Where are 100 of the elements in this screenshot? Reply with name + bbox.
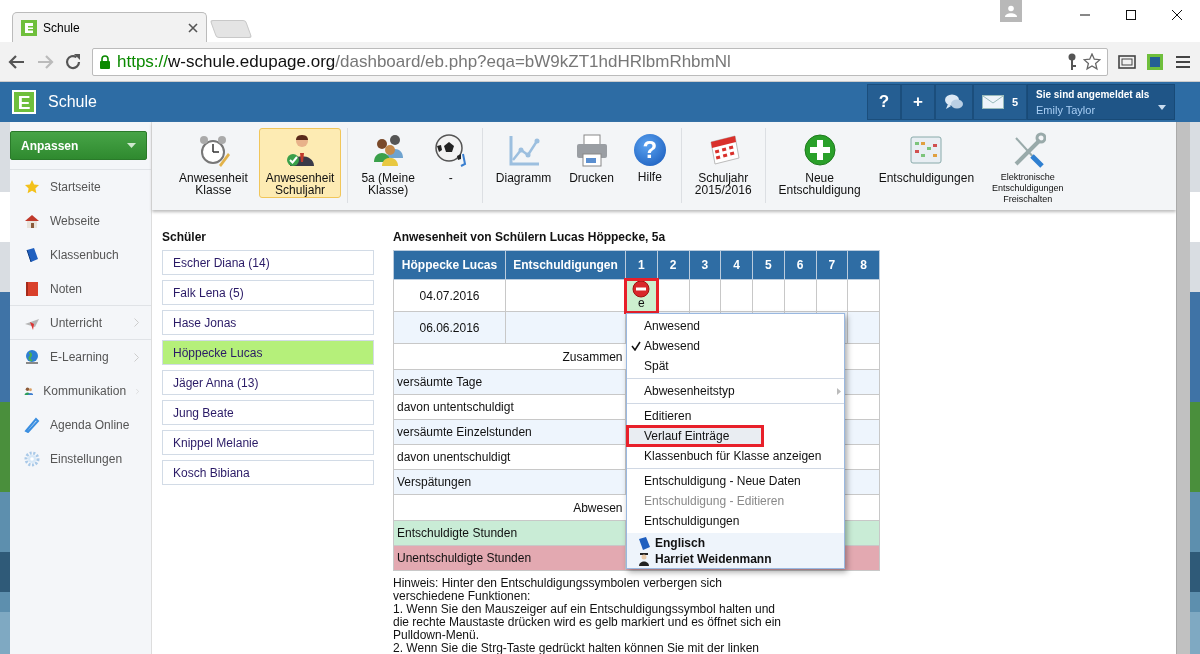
toolbar-button[interactable]: - — [425, 128, 476, 198]
absence-mark[interactable]: e — [625, 279, 658, 312]
menu-item[interactable]: Verlauf Einträge — [627, 426, 763, 446]
column-header: 8 — [847, 250, 880, 280]
hint-text: 1. Wenn Sie den Mauszeiger auf ein Entschuldigungssymbol halten und die rechte Maustaste drücken wird es gelb markiert und es öffnet sich ein Pulldown-Menü. — [393, 603, 782, 642]
screen-icon[interactable] — [1118, 52, 1136, 71]
summary-label: davon untentschuldigt — [393, 394, 626, 420]
summary-header: Abwesen — [393, 494, 626, 521]
sidebar-item[interactable]: E-Learning — [10, 340, 151, 374]
globe-icon — [24, 349, 40, 365]
student-item[interactable]: Falk Lena (5) — [162, 280, 374, 305]
caret-icon — [1158, 105, 1166, 110]
mail-icon — [981, 95, 1004, 109]
sidebar-item[interactable]: Klassenbuch — [10, 238, 151, 272]
toolbar-button[interactable]: Neue Entschuldigung — [771, 128, 868, 198]
menu-item[interactable]: Abwesenheitstyp — [627, 381, 844, 401]
student-item[interactable]: Jäger Anna (13) — [162, 370, 374, 395]
check-icon — [631, 341, 641, 351]
house-icon — [24, 213, 40, 229]
toolbar-button[interactable]: Drucken — [562, 128, 621, 198]
sidebar-item[interactable]: Agenda Online — [10, 408, 151, 442]
maximize-icon — [1126, 10, 1136, 20]
absent-icon — [632, 280, 651, 298]
chat-button[interactable] — [934, 84, 973, 120]
student-item[interactable]: Jung Beate — [162, 400, 374, 425]
key-icon[interactable] — [1067, 52, 1077, 71]
caret-icon — [127, 143, 136, 148]
date-cell: 06.06.2016 — [393, 311, 506, 344]
toolbar-button[interactable]: Anwesenheit Schuljahr — [258, 128, 342, 198]
person-icon — [1005, 5, 1017, 17]
sidebar-item[interactable]: Noten — [10, 272, 151, 306]
menu-item[interactable]: Abwesend — [627, 336, 844, 356]
lock-icon — [99, 54, 111, 69]
summary-label: Unentschuldigte Stunden — [393, 545, 626, 571]
back-icon[interactable] — [8, 52, 26, 71]
date-cell: 04.07.2016 — [393, 279, 506, 312]
url-text: https://w-schule.edupage.org/dashboard/eb.php?eqa=bW9kZT1hdHRlbmRhbmNl — [117, 50, 731, 73]
student-item[interactable]: Kosch Bibiana — [162, 460, 374, 485]
submenu-arrow-icon — [837, 388, 841, 395]
sidebar-item[interactable]: Startseite — [10, 170, 151, 204]
column-header: Höppecke Lucas — [393, 250, 506, 280]
sidebar-item[interactable]: Einstellungen — [10, 442, 151, 476]
book-icon — [24, 247, 40, 263]
extension-icon[interactable] — [1146, 52, 1164, 71]
header-button[interactable]: ? — [866, 84, 901, 120]
teacher-icon — [637, 552, 651, 566]
summary-label: versäumte Einzelstunden — [393, 419, 626, 445]
close-icon — [1172, 10, 1182, 20]
sidebar-item[interactable]: Kommunikation — [10, 374, 151, 408]
student-item[interactable]: Escher Diana (14) — [162, 250, 374, 275]
hint-text: 2. Wenn Sie die Strg-Taste gedrückt halten können Sie mit der linken — [393, 642, 760, 654]
header-button[interactable]: + — [900, 84, 935, 120]
toolbar-button[interactable]: Entschuldigungen — [871, 128, 982, 198]
subject-label: Englisch — [655, 535, 705, 552]
star-icon[interactable] — [1083, 52, 1101, 71]
user-menu[interactable]: Sie sind angemeldet als Emily Taylor — [1027, 84, 1175, 120]
hint-text: Hinweis: Hinter den Entschuldigungssymbolen verbergen sich verschiedene Funktionen: — [393, 577, 723, 603]
address-field[interactable]: https://w-schule.edupage.org/dashboard/eb.php?eqa=bW9kZT1hdHRlbmRhbmNl — [92, 47, 1108, 76]
student-item[interactable]: Hase Jonas — [162, 310, 374, 335]
toolbar-button[interactable]: Schuljahr 2015/2016 — [687, 128, 759, 198]
toolbar-button[interactable]: 5a (Meine Klasse) — [354, 128, 422, 198]
help-icon: ? — [633, 134, 666, 166]
student-item[interactable]: Höppecke Lucas — [162, 340, 374, 365]
pen-icon — [24, 417, 40, 433]
browser-tab[interactable]: Schule — [12, 12, 207, 42]
column-header: 7 — [816, 250, 848, 280]
star-icon — [24, 179, 40, 195]
summary-label: davon unentschuldigt — [393, 444, 626, 470]
summary-header: Zusammen — [393, 343, 626, 370]
menu-item[interactable]: Spät — [627, 356, 844, 376]
book-icon — [637, 536, 651, 550]
chevron-icon — [134, 352, 139, 362]
toolbar-button[interactable]: Anwesenheit Klasse — [172, 128, 255, 198]
summary-label: Verspätungen — [393, 469, 626, 495]
toolbar-button[interactable]: Diagramm — [488, 128, 559, 198]
column-header: 5 — [752, 250, 785, 280]
menu-item[interactable]: Entschuldigungen — [627, 511, 844, 531]
soccer-ball-icon — [432, 132, 469, 168]
reload-icon[interactable] — [64, 52, 82, 71]
customize-button[interactable]: Anpassen — [10, 131, 147, 160]
summary-label: Entschuldigte Stunden — [393, 520, 626, 546]
column-header: Entschuldigungen — [505, 250, 626, 280]
menu-item[interactable]: Editieren — [627, 406, 844, 426]
column-header: 2 — [657, 250, 689, 280]
menu-item[interactable]: Anwesend — [627, 316, 844, 336]
add-icon — [801, 132, 838, 168]
grade-book-icon — [24, 280, 40, 297]
sidebar-item[interactable]: Unterricht — [10, 306, 151, 340]
chevron-icon — [134, 318, 139, 327]
column-header: 4 — [720, 250, 753, 280]
toolbar-button[interactable]: ? Hilfe — [624, 128, 675, 198]
close-icon[interactable] — [188, 22, 198, 33]
sidebar-item[interactable]: Webseite — [10, 204, 151, 238]
summary-label: versäumte Tage — [393, 369, 626, 395]
messages-button[interactable]: 5 — [972, 84, 1027, 120]
scrollbar[interactable] — [1176, 122, 1190, 654]
favicon-icon — [21, 19, 37, 36]
column-header: 6 — [784, 250, 816, 280]
student-item[interactable]: Knippel Melanie — [162, 430, 374, 455]
tab-title: Schule — [43, 19, 81, 37]
